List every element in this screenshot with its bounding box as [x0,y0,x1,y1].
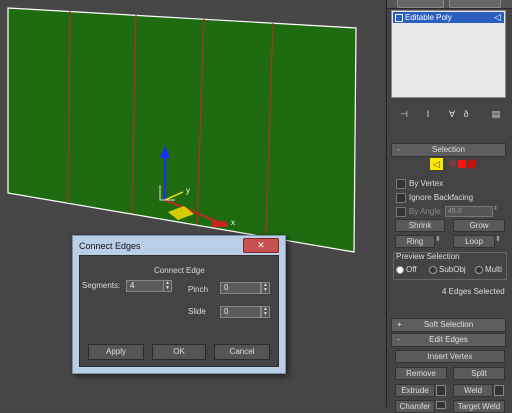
top-buttons [387,0,512,9]
segments-input[interactable]: 4 [126,280,165,292]
cancel-button[interactable]: Cancel [214,344,270,360]
edit-edges-title: Edit Edges [429,335,468,344]
modifier-stack[interactable]: Editable Poly ◁ [391,10,506,98]
pinch-input[interactable]: 0 [220,282,261,294]
ok-button[interactable]: OK [152,344,206,360]
slide-input[interactable]: 0 [220,306,261,318]
slide-spinner[interactable]: ▲ ▼ [261,306,270,318]
stack-item-expand-icon[interactable] [395,14,403,22]
show-end-result-icon[interactable]: Ⅰ [423,109,433,119]
stack-item-label: Editable Poly [405,13,452,22]
extrude-settings-icon[interactable] [436,385,446,396]
by-vertex-label: By Vertex [409,179,444,188]
collapse-icon: - [397,335,400,344]
toolbar-button[interactable] [449,0,501,8]
ring-button[interactable]: Ring [395,235,435,248]
group-label: Connect Edge [154,266,205,275]
by-angle-checkbox[interactable] [396,207,406,217]
close-button[interactable]: ✕ [243,238,279,253]
gizmo-x-handle [212,221,226,227]
split-button[interactable]: Split [453,367,505,380]
by-angle-label: By Angle: [409,207,443,216]
pinch-spinner[interactable]: ▲ ▼ [261,282,270,294]
ring-spinner-icon[interactable]: ⬍ [435,235,441,243]
dialog-body: Connect Edge Segments: 4 ▲ ▼ Pinch 0 ▲ ▼ S… [79,255,279,367]
chamfer-settings-icon[interactable] [436,401,446,409]
apply-button[interactable]: Apply [88,344,144,360]
edge-icon[interactable]: ◁ [430,158,443,170]
connect-edges-dialog: Connect Edges ✕ Connect Edge Segments: 4… [72,235,286,374]
preview-off-radio[interactable] [396,266,404,274]
segments-spinner[interactable]: ▲ ▼ [163,280,172,292]
preview-subobj-radio[interactable] [429,266,437,274]
gizmo-x-label: x [231,218,235,227]
by-vertex-checkbox[interactable] [396,179,406,189]
configure-sets-icon[interactable]: ▤ [491,109,501,119]
expand-icon: + [397,320,402,329]
segments-label: Segments: [82,281,121,290]
pin-icon: ◁ [494,12,501,22]
pin-stack-icon[interactable]: ⊣ [399,109,409,119]
make-unique-icon[interactable]: ∀ [447,109,457,119]
dialog-title: Connect Edges [79,241,141,251]
modifier-stack-item[interactable]: Editable Poly ◁ [393,12,504,23]
extrude-button[interactable]: Extrude [395,384,435,397]
insert-vertex-button[interactable]: Insert Vertex [395,350,505,363]
loop-spinner-icon[interactable]: ⬍ [495,235,501,243]
polygon-icon[interactable] [458,160,466,168]
selection-rollout-header[interactable]: - Selection [391,143,506,157]
command-panel: Editable Poly ◁ ⊣ Ⅰ ∀ ð ▤ - Selection ⁖ … [386,0,512,413]
element-icon[interactable] [468,158,476,170]
gizmo-y-label: y [186,186,190,195]
slide-label: Slide [188,307,206,316]
grow-button[interactable]: Grow [453,219,505,232]
border-icon[interactable]: ◎ [448,158,457,169]
soft-selection-title: Soft Selection [423,320,474,329]
soft-selection-rollout-header[interactable]: + Soft Selection [391,318,506,332]
preview-off-label: Off [406,265,417,274]
weld-settings-icon[interactable] [494,385,504,396]
selection-title: Selection [432,145,465,154]
subobject-icons: ⁖ ◁ ◎ [420,158,476,171]
preview-selection-label: Preview Selection [396,252,460,261]
vertex-icon[interactable]: ⁖ [420,158,426,169]
shrink-button[interactable]: Shrink [395,219,445,232]
loop-button[interactable]: Loop [453,235,495,248]
preview-multi-label: Multi [485,265,502,274]
selection-status: 4 Edges Selected [442,287,505,296]
by-angle-input[interactable]: 45.0 [445,206,493,217]
preview-multi-radio[interactable] [475,266,483,274]
collapse-icon: - [397,145,400,154]
remove-modifier-icon[interactable]: ð [461,109,471,119]
weld-button[interactable]: Weld [453,384,493,397]
spinner-arrows-icon[interactable]: ⬍ [493,205,498,212]
remove-button[interactable]: Remove [395,367,447,380]
toolbar-button[interactable] [397,0,444,8]
edit-edges-rollout-header[interactable]: - Edit Edges [391,333,506,347]
preview-subobj-label: SubObj [439,265,466,274]
ignore-backfacing-label: Ignore Backfacing [409,193,474,202]
ignore-backfacing-checkbox[interactable] [396,193,406,203]
pinch-label: Pinch [188,285,209,294]
